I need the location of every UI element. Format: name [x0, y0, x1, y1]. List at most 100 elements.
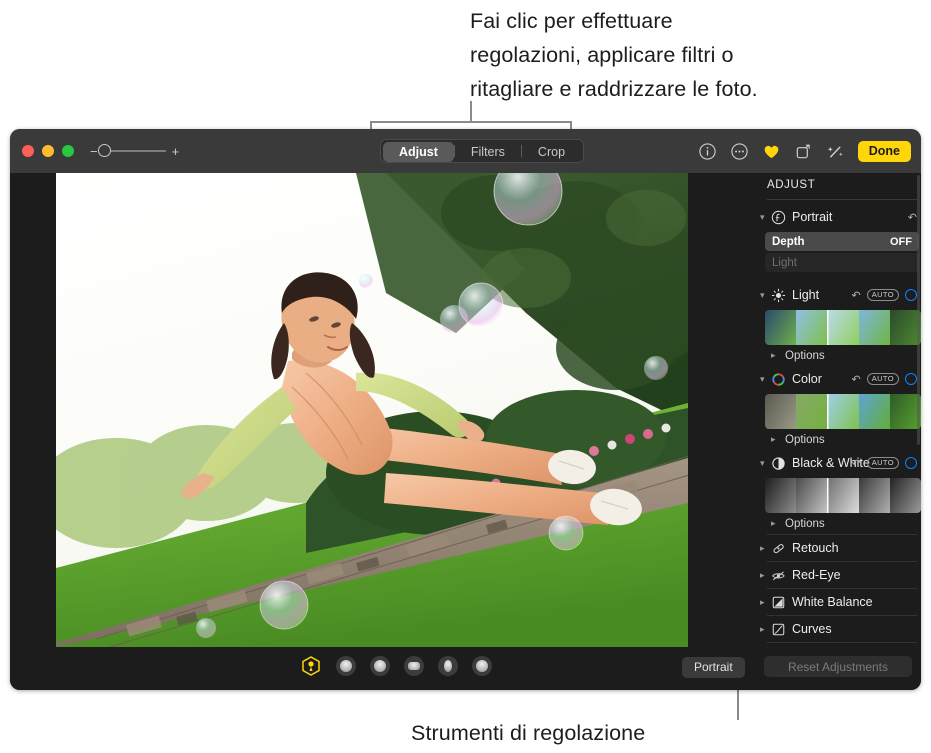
lighting-effect-stage-light[interactable] [404, 656, 424, 676]
section-header-red-eye[interactable]: ▸ Red-Eye [749, 562, 921, 588]
tab-crop[interactable]: Crop [522, 142, 581, 162]
chevron-right-icon[interactable]: ▸ [760, 597, 771, 608]
thumbnail-selected[interactable] [827, 310, 859, 345]
portrait-f-icon [771, 210, 786, 224]
chevron-right-icon[interactable]: ▸ [771, 434, 782, 445]
thumbnail-selected[interactable] [827, 394, 859, 429]
revert-icon[interactable]: ↶ [851, 289, 860, 302]
section-header-retouch[interactable]: ▸ Retouch [749, 535, 921, 561]
natural-light-cube-icon [302, 656, 320, 676]
portrait-light-label: Light [772, 256, 797, 269]
color-options-row[interactable]: ▸ Options [749, 429, 921, 450]
chevron-down-icon[interactable]: ▾ [760, 212, 771, 223]
thumbnail[interactable] [796, 394, 828, 429]
chevron-right-icon[interactable]: ▸ [771, 350, 782, 361]
section-label: Color [792, 372, 822, 386]
section-controls[interactable]: ↶ AUTO [851, 373, 917, 386]
done-button[interactable]: Done [857, 140, 911, 162]
zoom-slider[interactable]: − + [90, 144, 180, 158]
section-header-light[interactable]: ▾ Light ↶ AUTO [749, 282, 921, 308]
auto-button[interactable]: AUTO [866, 457, 899, 469]
thumbnail[interactable] [765, 478, 797, 513]
revert-icon[interactable]: ↶ [908, 211, 917, 224]
info-icon[interactable] [698, 142, 717, 161]
chevron-down-icon[interactable]: ▾ [760, 458, 771, 469]
lighting-effect-high-key-light-mono[interactable] [472, 656, 492, 676]
zoom-in-icon[interactable]: + [172, 145, 180, 158]
favorite-heart-icon[interactable] [762, 142, 781, 161]
mode-segmented-control[interactable]: Adjust Filters Crop [380, 139, 585, 163]
options-label: Options [785, 433, 825, 446]
section-header-white-balance[interactable]: ▸ White Balance [749, 589, 921, 615]
chevron-down-icon[interactable]: ▾ [760, 290, 771, 301]
thumbnail[interactable] [858, 478, 890, 513]
thumbnail-selected[interactable] [827, 478, 859, 513]
zoom-slider-knob[interactable] [97, 144, 111, 157]
enhance-wand-icon[interactable] [826, 142, 845, 161]
section-controls[interactable]: ↶ AUTO [851, 457, 917, 470]
options-label: Options [785, 349, 825, 362]
auto-button[interactable]: AUTO [866, 289, 899, 301]
photo-canvas[interactable] [56, 173, 688, 647]
auto-button[interactable]: AUTO [866, 373, 899, 385]
section-controls[interactable]: ↶ AUTO [851, 289, 917, 302]
portrait-light-row[interactable]: Light [765, 253, 919, 272]
color-wheel-icon [772, 372, 785, 386]
section-light: ▾ Light ↶ AUTO ▸ Options [749, 282, 921, 366]
minimize-window-button[interactable] [42, 145, 54, 157]
thumbnail[interactable] [796, 310, 828, 345]
thumbnail[interactable] [889, 478, 921, 513]
lighting-effect-studio-light[interactable] [336, 656, 356, 676]
leader-line-top-bracket [370, 121, 572, 123]
bw-thumbnail-strip[interactable] [765, 478, 921, 513]
thumbnail[interactable] [765, 394, 797, 429]
color-thumbnail-strip[interactable] [765, 394, 921, 429]
revert-icon[interactable]: ↶ [851, 373, 860, 386]
more-ellipsis-icon[interactable] [730, 142, 749, 161]
thumbnail[interactable] [796, 478, 828, 513]
chevron-right-icon[interactable]: ▸ [771, 518, 782, 529]
portrait-lighting-effects[interactable] [300, 655, 492, 677]
chevron-down-icon[interactable]: ▾ [760, 374, 771, 385]
section-toggle[interactable] [905, 457, 917, 469]
thumbnail[interactable] [765, 310, 797, 345]
lighting-effect-contour-light[interactable] [370, 656, 390, 676]
lighting-effect-stage-light-mono[interactable] [438, 656, 458, 676]
chevron-right-icon[interactable]: ▸ [760, 543, 771, 554]
revert-icon[interactable]: ↶ [851, 457, 860, 470]
light-options-row[interactable]: ▸ Options [749, 345, 921, 366]
section-header-black-and-white[interactable]: ▾ Black & White ↶ AUTO [749, 450, 921, 476]
bw-options-row[interactable]: ▸ Options [749, 513, 921, 534]
light-thumbnail-strip[interactable] [765, 310, 921, 345]
lighting-effect-natural-light[interactable] [300, 655, 322, 677]
section-header-levels[interactable]: ▸ Levels [749, 643, 921, 647]
tab-filters[interactable]: Filters [455, 142, 521, 162]
rotate-icon[interactable] [794, 142, 813, 161]
traffic-lights [22, 145, 74, 157]
section-toggle[interactable] [905, 289, 917, 301]
chevron-right-icon[interactable]: ▸ [760, 570, 771, 581]
zoom-out-icon[interactable]: − [90, 145, 98, 158]
thumbnail[interactable] [858, 310, 890, 345]
thumbnail[interactable] [858, 394, 890, 429]
window-titlebar: − + Adjust Filters Crop Done [10, 129, 921, 173]
tab-adjust[interactable]: Adjust [383, 142, 454, 162]
zoom-window-button[interactable] [62, 145, 74, 157]
section-header-curves[interactable]: ▸ Curves [749, 616, 921, 642]
portrait-depth-row[interactable]: Depth OFF [765, 232, 919, 251]
section-header-color[interactable]: ▾ Color ↶ AUTO [749, 366, 921, 392]
adjust-sidebar[interactable]: ADJUST ▾ Portrait ↶ Depth OFF Light ▾ Li… [749, 173, 921, 647]
portrait-button[interactable]: Portrait [682, 657, 745, 678]
sidebar-scrollbar[interactable] [917, 175, 920, 445]
section-label: Curves [792, 622, 832, 636]
chevron-right-icon[interactable]: ▸ [760, 624, 771, 635]
section-toggle[interactable] [905, 373, 917, 385]
section-label: White Balance [792, 595, 873, 609]
section-header-portrait[interactable]: ▾ Portrait ↶ [749, 204, 921, 230]
section-controls[interactable]: ↶ [908, 211, 917, 224]
white-balance-icon [772, 596, 785, 608]
close-window-button[interactable] [22, 145, 34, 157]
photos-editor-window: − + Adjust Filters Crop Done Portrait Re… [10, 129, 921, 690]
reset-adjustments-button[interactable]: Reset Adjustments [764, 656, 912, 677]
zoom-slider-track[interactable] [97, 144, 166, 157]
